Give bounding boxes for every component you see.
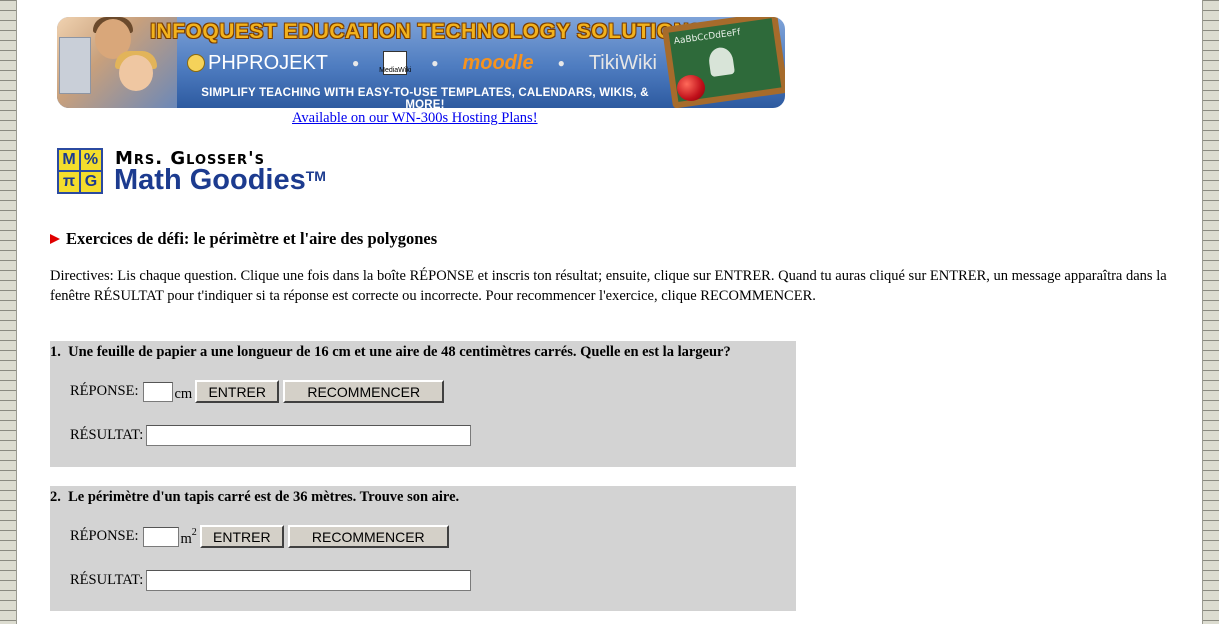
directives-text: Directives: Lis chaque question. Clique …: [50, 268, 1167, 304]
monitor-icon: [59, 37, 91, 94]
logo-line2: Math GoodiesTM: [114, 164, 326, 196]
moodle-logo: moodle: [462, 51, 534, 74]
result-row: RÉSULTAT:: [70, 425, 472, 446]
apple-icon: [677, 75, 705, 101]
bee-icon: [187, 54, 205, 72]
logo-grid-icon: M % π G: [57, 148, 103, 194]
question-text: 2. Le périmètre d'un tapis carré est de …: [50, 489, 460, 505]
reset-button[interactable]: RECOMMENCER: [287, 525, 449, 548]
banner-products: PHPROJEKT ● MediaWiki ● moodle ● TikiWik…: [187, 51, 657, 75]
answer-input[interactable]: [142, 526, 179, 547]
result-field[interactable]: [146, 570, 472, 591]
enter-button[interactable]: ENTRER: [195, 380, 280, 403]
result-field[interactable]: [146, 425, 472, 446]
question-text: 1. Une feuille de papier a une longueur …: [50, 344, 731, 360]
hosting-plans-link[interactable]: Available on our WN-300s Hosting Plans!: [292, 110, 538, 127]
arrow-right-icon: [50, 234, 60, 244]
mediawiki-logo: MediaWiki: [379, 51, 411, 75]
banner-title: INFOQUEST EDUCATION TECHNOLOGY SOLUTIONS: [150, 20, 704, 43]
right-ruler: [1202, 0, 1219, 624]
result-row: RÉSULTAT:: [70, 570, 472, 591]
answer-row: RÉPONSE: m2 ENTRER RECOMMENCER: [70, 525, 453, 548]
student-image: [119, 55, 153, 91]
answer-input[interactable]: [142, 381, 173, 402]
result-label: RÉSULTAT:: [70, 572, 144, 588]
question-box: 1. Une feuille de papier a une longueur …: [50, 341, 796, 467]
banner-tagline: SIMPLIFY TEACHING WITH EASY-TO-USE TEMPL…: [201, 87, 649, 108]
ad-banner[interactable]: INFOQUEST EDUCATION TECHNOLOGY SOLUTIONS…: [57, 17, 785, 108]
answer-label: RÉPONSE:: [70, 528, 139, 544]
answer-label: RÉPONSE:: [70, 383, 139, 399]
reset-button[interactable]: RECOMMENCER: [283, 380, 445, 403]
unit-label: m2: [180, 527, 197, 547]
page-title: Exercices de défi: le périmètre et l'air…: [50, 229, 437, 249]
enter-button[interactable]: ENTRER: [199, 525, 284, 548]
answer-row: RÉPONSE: cm ENTRER RECOMMENCER: [70, 380, 448, 403]
left-ruler: [0, 0, 17, 624]
result-label: RÉSULTAT:: [70, 427, 144, 443]
phprojekt-logo: PHPROJEKT: [187, 52, 328, 75]
question-box: 2. Le périmètre d'un tapis carré est de …: [50, 486, 796, 611]
tikiwiki-logo: TikiWiki: [588, 51, 657, 74]
unit-label: cm: [174, 385, 193, 402]
